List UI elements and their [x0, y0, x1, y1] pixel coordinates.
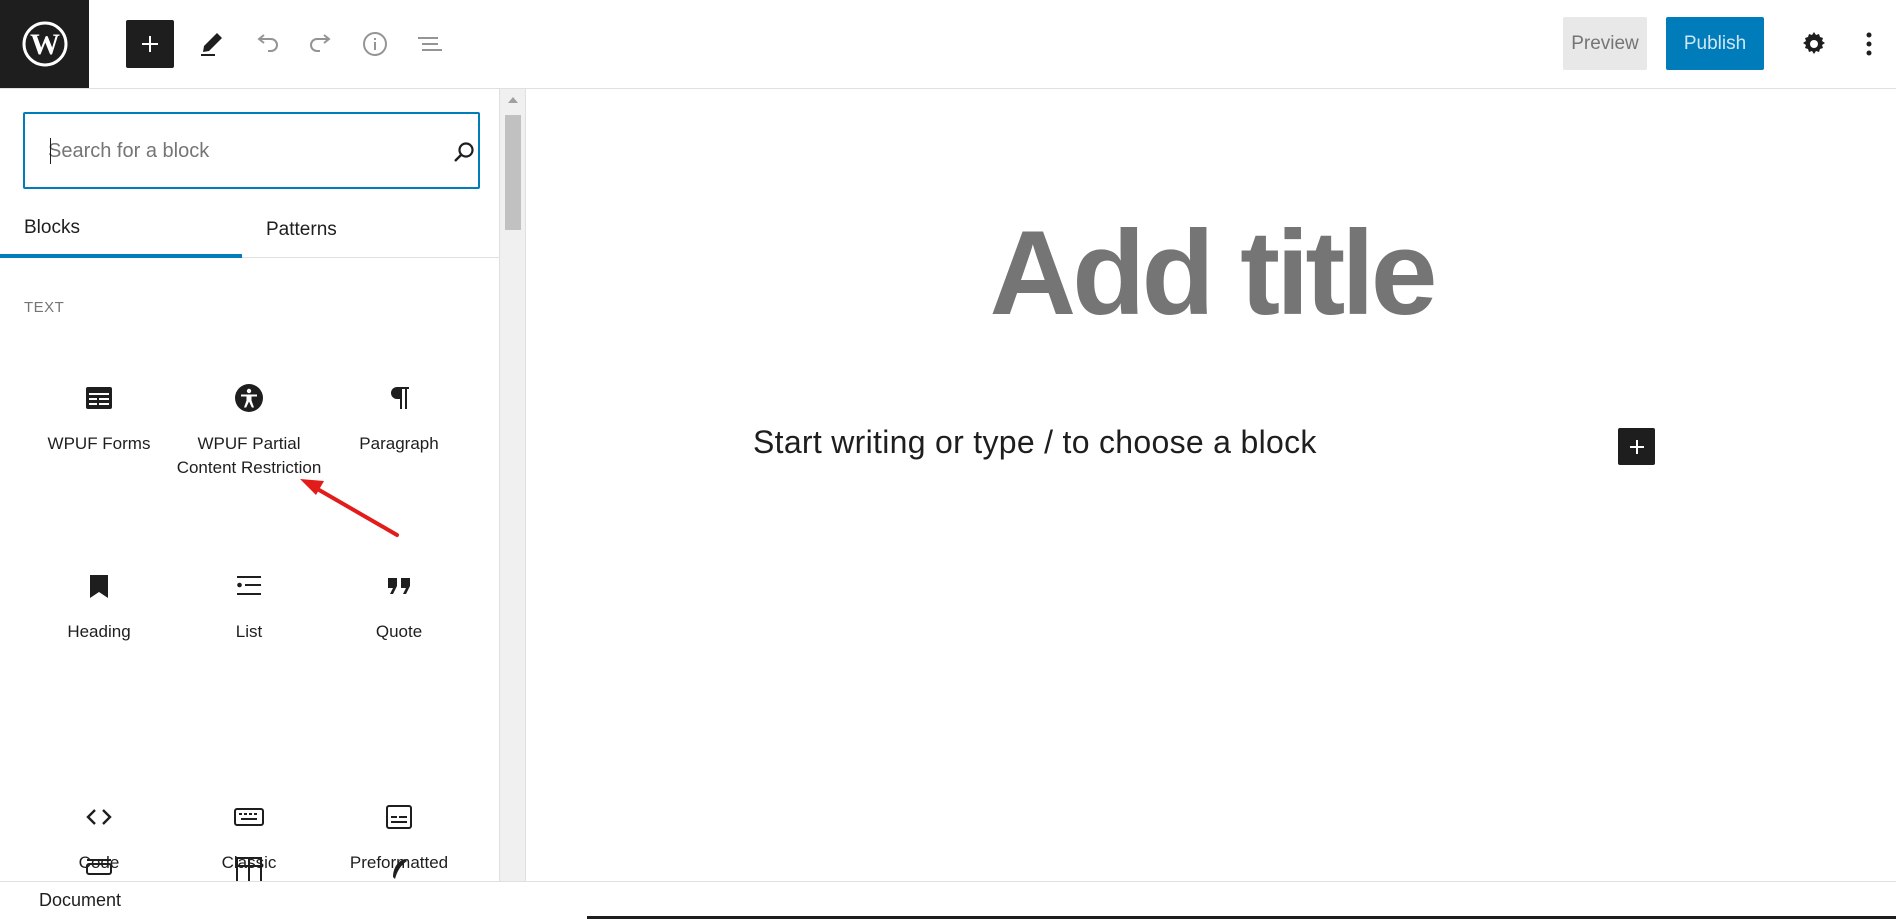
wordpress-icon: W: [22, 21, 67, 67]
block-label: Paragraph: [359, 434, 439, 453]
plus-icon: [1629, 439, 1644, 454]
keyboard-icon: [234, 808, 264, 826]
list-icon: [237, 576, 261, 595]
breadcrumb-document[interactable]: Document: [39, 890, 121, 911]
list-view-button[interactable]: [405, 20, 453, 68]
block-label: List: [235, 622, 263, 641]
block-inserter-panel: Blocks Patterns TEXT WPUF Forms WPUF Par…: [0, 89, 500, 881]
red-arrow-annotation: [300, 479, 399, 537]
group-icon[interactable]: [83, 853, 115, 881]
publish-button[interactable]: Publish: [1666, 17, 1764, 70]
redo-button[interactable]: [297, 20, 345, 68]
text-caret: [50, 138, 51, 164]
wordpress-logo-button[interactable]: W: [0, 0, 89, 88]
code-icon: [86, 809, 112, 825]
inserter-scrollbar[interactable]: [500, 89, 526, 881]
options-menu-button[interactable]: [1845, 20, 1893, 68]
details-button[interactable]: [351, 20, 399, 68]
bookmark-icon: [90, 575, 108, 598]
search-icon: [454, 142, 474, 162]
editor-footer: Document: [0, 881, 1896, 919]
info-icon: [363, 32, 387, 56]
list-view-icon: [418, 37, 442, 51]
accessibility-icon: [235, 384, 263, 412]
quote-icon: [388, 578, 410, 594]
block-heading[interactable]: Heading: [24, 570, 174, 644]
paragraph-icon: [391, 387, 409, 409]
block-quote[interactable]: Quote: [324, 570, 474, 644]
editor-canvas: Add title Start writing or type / to cho…: [527, 89, 1896, 881]
editor-header: W Preview Publish: [0, 0, 1896, 89]
block-search[interactable]: [23, 112, 480, 189]
block-inserter-toggle[interactable]: [126, 20, 174, 68]
redo-icon: [310, 34, 331, 52]
block-search-input[interactable]: [48, 135, 408, 167]
block-label: WPUF Forms: [47, 434, 151, 453]
block-label: Quote: [375, 622, 423, 641]
verse-icon[interactable]: [383, 853, 415, 881]
tab-blocks[interactable]: Blocks: [0, 201, 242, 258]
pencil-icon: [201, 33, 222, 56]
add-block-button[interactable]: [1618, 428, 1655, 465]
settings-button[interactable]: [1790, 20, 1838, 68]
section-title-text: TEXT: [24, 299, 65, 316]
block-wpuf-forms[interactable]: WPUF Forms: [24, 382, 174, 456]
scrollbar-thumb[interactable]: [505, 115, 521, 230]
scroll-up-arrow-icon[interactable]: [508, 97, 518, 103]
tab-patterns[interactable]: Patterns: [266, 201, 337, 258]
block-list[interactable]: List: [174, 570, 324, 644]
paragraph-placeholder[interactable]: Start writing or type / to choose a bloc…: [753, 424, 1317, 461]
more-vertical-icon: [1866, 32, 1872, 56]
preformatted-icon: [386, 805, 412, 829]
undo-button[interactable]: [243, 20, 291, 68]
undo-icon: [257, 34, 278, 52]
wpuf-forms-icon: [86, 387, 112, 409]
svg-text:W: W: [30, 28, 60, 61]
inserter-tabs: Blocks Patterns: [0, 201, 499, 258]
gear-icon: [1803, 32, 1825, 54]
table-icon[interactable]: [233, 853, 265, 881]
post-title-input[interactable]: Add title: [527, 204, 1896, 342]
tools-button[interactable]: [188, 20, 236, 68]
preview-button[interactable]: Preview: [1563, 17, 1647, 70]
block-label: Heading: [67, 622, 131, 641]
plus-icon: [142, 36, 158, 52]
block-paragraph[interactable]: Paragraph: [324, 382, 474, 456]
